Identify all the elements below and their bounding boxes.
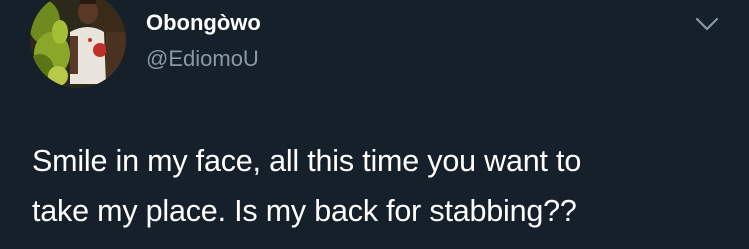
tweet-text: Smile in my face, all this time you want… [32, 136, 732, 236]
display-name[interactable]: Obongòwo [146, 10, 261, 36]
tweet-text-line: take my place. Is my back for stabbing?? [32, 194, 577, 228]
chevron-down-icon[interactable] [694, 14, 720, 34]
avatar[interactable] [30, 0, 126, 88]
tweet-text-line: Smile in my face, all this time you want… [32, 144, 582, 178]
profile-photo-icon [30, 0, 126, 88]
user-handle[interactable]: @EdiomoU [146, 46, 259, 72]
tweet-card: Obongòwo @EdiomoU Smile in my face, all … [0, 0, 749, 249]
